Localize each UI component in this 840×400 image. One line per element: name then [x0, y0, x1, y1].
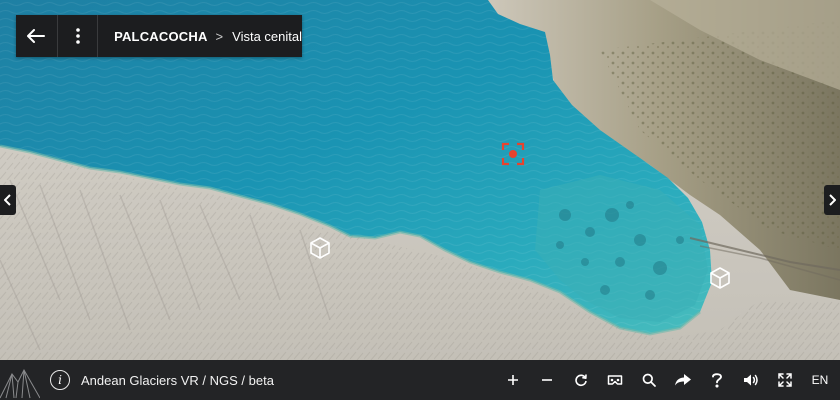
zoom-out-icon	[542, 379, 552, 381]
volume-button[interactable]	[734, 360, 768, 400]
autorotate-icon	[575, 374, 587, 387]
breadcrumb: PALCACOCHA > Vista cenital	[98, 15, 302, 57]
fullscreen-icon	[778, 373, 792, 387]
zoom-out-button[interactable]	[530, 360, 564, 400]
arrow-left-icon	[27, 29, 46, 43]
toolbar-icons: EN	[496, 360, 840, 400]
volume-icon	[744, 374, 758, 386]
back-button[interactable]	[16, 15, 58, 57]
chevron-right-icon	[829, 194, 836, 206]
previous-scene-button[interactable]	[0, 185, 16, 215]
autorotate-button[interactable]	[564, 360, 598, 400]
fullscreen-button[interactable]	[768, 360, 802, 400]
search-icon	[642, 373, 656, 387]
top-navigation-bar: PALCACOCHA > Vista cenital	[16, 15, 302, 57]
3d-cube-icon[interactable]	[308, 236, 332, 260]
search-button[interactable]	[632, 360, 666, 400]
vr-mode-button[interactable]	[598, 360, 632, 400]
next-scene-button[interactable]	[824, 185, 840, 215]
breadcrumb-separator: >	[215, 28, 224, 44]
view-title: Vista cenital	[232, 28, 302, 44]
zoom-in-button[interactable]	[496, 360, 530, 400]
zoom-in-icon	[508, 375, 518, 385]
help-icon	[712, 373, 722, 388]
mountain-logo-icon[interactable]	[0, 360, 40, 400]
target-marker-icon[interactable]	[501, 142, 525, 166]
chevron-left-icon	[4, 194, 11, 206]
share-icon	[675, 374, 691, 386]
help-button[interactable]	[700, 360, 734, 400]
vr-headset-icon	[607, 375, 623, 385]
app-title: Andean Glaciers VR / NGS / beta	[81, 372, 274, 388]
info-button[interactable]: i	[50, 370, 70, 390]
vertical-dots-icon	[75, 28, 80, 44]
location-title[interactable]: PALCACOCHA	[114, 29, 207, 44]
3d-cube-icon[interactable]	[708, 266, 732, 290]
bottom-toolbar: i Andean Glaciers VR / NGS / beta EN	[0, 360, 840, 400]
more-menu-button[interactable]	[58, 15, 99, 57]
share-button[interactable]	[666, 360, 700, 400]
language-selector[interactable]: EN	[802, 360, 838, 400]
